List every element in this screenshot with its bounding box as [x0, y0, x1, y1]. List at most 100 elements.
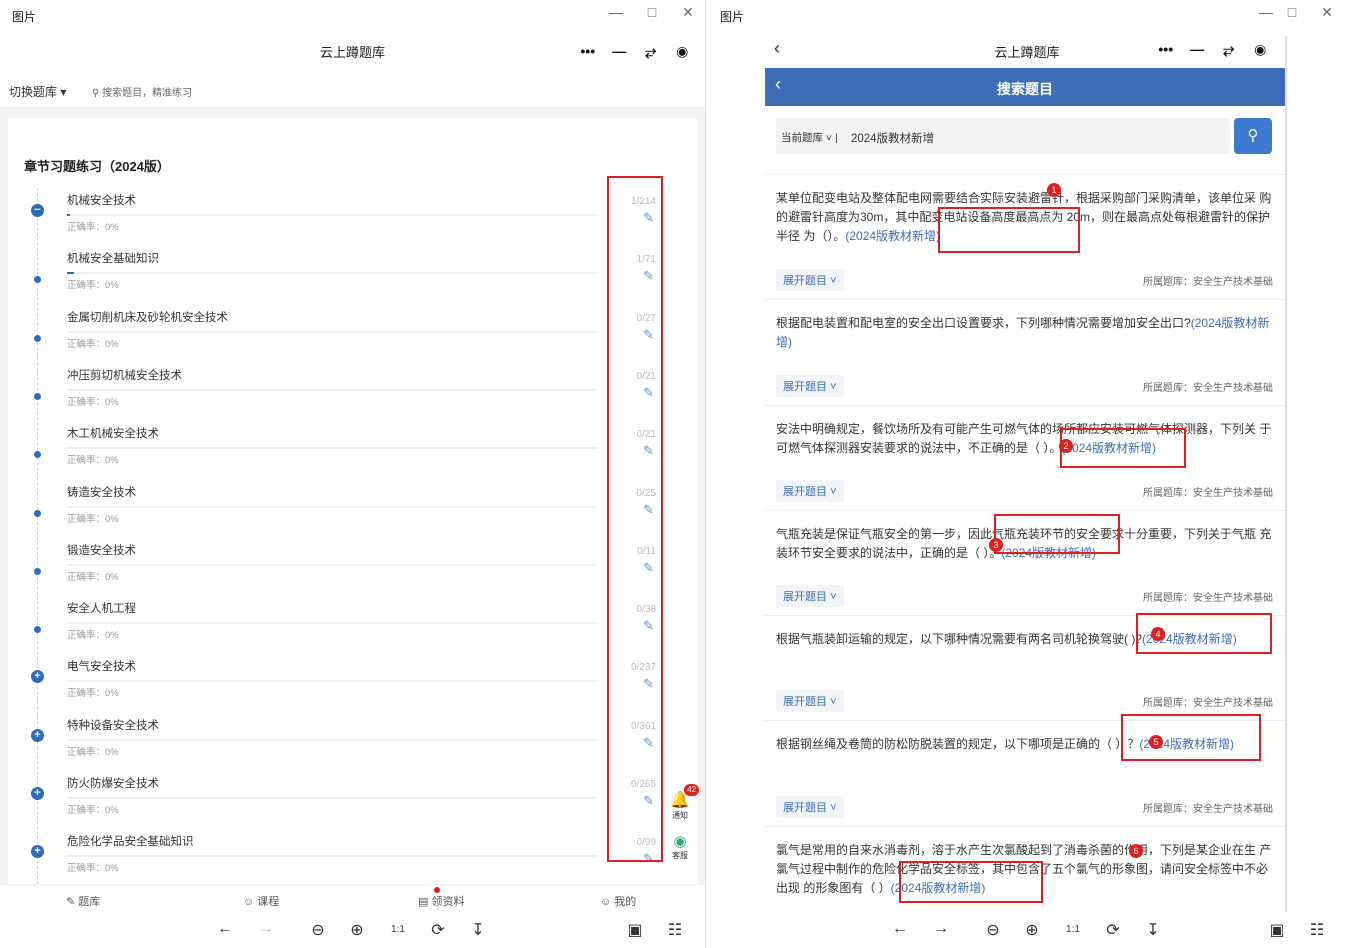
- search-button[interactable]: ⚲: [1234, 118, 1272, 154]
- ocr-icon[interactable]: ☷: [664, 920, 686, 940]
- minimize-mp-icon[interactable]: —: [605, 43, 633, 59]
- chapter-count: 0/265: [630, 779, 656, 790]
- edit-icon[interactable]: ✎: [643, 851, 654, 867]
- bank-selector[interactable]: 当前题库 ˅ |: [781, 130, 838, 145]
- tab-materials[interactable]: ▤ 领资料: [418, 887, 464, 909]
- chapter-name: 铸造安全技术: [67, 486, 136, 499]
- question-tag[interactable]: (2024版教材新增): [891, 881, 986, 895]
- chapter-item[interactable]: 机械安全基础知识 正确率：0% 1/71 ✎: [8, 250, 697, 308]
- maximize-icon[interactable]: □: [1280, 4, 1304, 20]
- edit-icon[interactable]: ✎: [643, 560, 654, 576]
- edit-icon[interactable]: ✎: [643, 502, 654, 518]
- actual-size-icon[interactable]: 1:1: [387, 924, 409, 935]
- tab-course[interactable]: ☺ 课程: [243, 893, 279, 909]
- chapter-item[interactable]: 安全人机工程 正确率：0% 0/38 ✎: [8, 600, 697, 658]
- plus-icon[interactable]: +: [31, 845, 44, 859]
- minimize-icon[interactable]: —: [604, 4, 628, 20]
- question-tag[interactable]: (2024版教材新增): [1061, 441, 1156, 455]
- record-icon[interactable]: ◉: [668, 43, 696, 60]
- chapter-item[interactable]: + 特种设备安全技术 正确率：0% 0/361 ✎: [8, 717, 697, 775]
- tab-mine[interactable]: ☺ 我的: [600, 893, 636, 909]
- chapter-item[interactable]: + 电气安全技术 正确率：0% 0/237 ✎: [8, 658, 697, 716]
- question-item[interactable]: 根据配电装置和配电室的安全出口设置要求，下列哪种情况需要增加安全出口?(2024…: [765, 299, 1285, 405]
- question-item[interactable]: 安法中明确规定，餐饮场所及有可能产生可燃气体的场所都应安装可燃气体探测器，下列关…: [765, 405, 1285, 510]
- more-icon[interactable]: •••: [1152, 41, 1180, 57]
- question-item[interactable]: 气瓶充装是保证气瓶安全的第一步，因此气瓶充装环节的安全要求十分重要，下列关于气瓶…: [765, 510, 1285, 615]
- translate-icon[interactable]: ▣: [1266, 920, 1288, 940]
- question-tag[interactable]: (2024版教材新增): [845, 229, 940, 243]
- chapter-name: 防火防爆安全技术: [67, 778, 159, 790]
- edit-icon[interactable]: ✎: [643, 793, 654, 809]
- bottom-tabbar: ✎ 题库 ☺ 课程 ▤ 领资料 ☺ 我的: [0, 884, 705, 912]
- tab-bank[interactable]: ✎ 题库: [66, 893, 100, 909]
- maximize-icon[interactable]: □: [640, 4, 664, 20]
- edit-icon[interactable]: ✎: [643, 210, 654, 226]
- more-icon[interactable]: •••: [574, 43, 602, 59]
- next-icon[interactable]: →: [255, 920, 277, 938]
- question-item[interactable]: 根据钢丝绳及卷筒的防松防脱装置的规定，以下哪项是正确的（ ）？(2024版教材新…: [765, 720, 1285, 826]
- prev-icon[interactable]: ←: [214, 920, 236, 938]
- expand-question-button[interactable]: 展开题目 ˅: [776, 269, 844, 291]
- download-icon[interactable]: ↧: [1142, 920, 1164, 940]
- minimize-mp-icon[interactable]: —: [1183, 41, 1211, 57]
- expand-question-button[interactable]: 展开题目 ˅: [776, 480, 844, 502]
- plus-icon[interactable]: +: [31, 670, 44, 684]
- chapter-item[interactable]: 铸造安全技术 正确率：0% 0/25 ✎: [8, 484, 697, 542]
- actual-size-icon[interactable]: 1:1: [1062, 924, 1084, 935]
- chapter-progress: [67, 330, 597, 333]
- edit-icon[interactable]: ✎: [643, 327, 654, 343]
- close-icon[interactable]: ✕: [1315, 4, 1339, 21]
- question-tag[interactable]: (2024版教材新增): [1001, 546, 1096, 560]
- zoom-out-icon[interactable]: ⊖: [307, 920, 329, 940]
- expand-question-button[interactable]: 展开题目 ˅: [776, 585, 844, 607]
- edit-icon[interactable]: ✎: [643, 385, 654, 401]
- search-input[interactable]: ⚲ 搜索题目，精准练习: [92, 84, 192, 99]
- question-bank-name: 所属题库：安全生产技术基础: [1143, 277, 1273, 288]
- plus-icon[interactable]: +: [31, 787, 44, 800]
- edit-icon[interactable]: ✎: [643, 268, 654, 284]
- scrollbar[interactable]: [1285, 36, 1287, 912]
- translate-icon[interactable]: ▣: [624, 920, 646, 940]
- ocr-icon[interactable]: ☷: [1306, 920, 1328, 940]
- chevron-down-icon: ˅: [830, 275, 837, 287]
- rotate-icon[interactable]: ⟳: [427, 920, 449, 940]
- chapter-item[interactable]: 木工机械安全技术 正确率：0% 0/21 ✎: [8, 425, 697, 483]
- question-item[interactable]: 某单位配变电站及整体配电网需要结合实际安装避雷针，根据采购部门采购清单，该单位采…: [765, 174, 1285, 299]
- close-icon[interactable]: ✕: [676, 4, 700, 21]
- restore-icon[interactable]: ⥂: [1215, 41, 1243, 58]
- expand-question-button[interactable]: 展开题目 ˅: [776, 375, 844, 397]
- minus-icon[interactable]: −: [31, 204, 44, 217]
- pencil-icon: ✎: [66, 896, 76, 908]
- expand-question-button[interactable]: 展开题目 ˅: [776, 690, 844, 712]
- restore-icon[interactable]: ⥂: [637, 43, 665, 60]
- switch-bank-button[interactable]: 切换题库 ▾: [9, 83, 66, 100]
- next-icon[interactable]: →: [930, 920, 952, 938]
- edit-icon[interactable]: ✎: [643, 618, 654, 634]
- bank-selector-label: 当前题库: [781, 132, 823, 144]
- question-item[interactable]: 根据气瓶装卸运输的规定，以下哪种情况需要有两名司机轮换驾驶( )?(2024版教…: [765, 615, 1285, 720]
- download-icon[interactable]: ↧: [467, 920, 489, 940]
- plus-icon[interactable]: +: [31, 728, 44, 742]
- edit-icon[interactable]: ✎: [643, 735, 654, 751]
- zoom-in-icon[interactable]: ⊕: [346, 920, 368, 940]
- chapter-item[interactable]: − 机械安全技术 正确率：0% 1/214 ✎: [8, 192, 697, 250]
- service-button[interactable]: ◉ 客服: [667, 832, 693, 861]
- chapter-item[interactable]: + 防火防爆安全技术 正确率：0% 0/265 ✎: [8, 775, 697, 833]
- record-icon[interactable]: ◉: [1246, 41, 1274, 58]
- search-input[interactable]: 2024版教材新增: [851, 130, 934, 146]
- annotation-number: 2: [1059, 439, 1073, 453]
- edit-icon[interactable]: ✎: [643, 676, 654, 692]
- chapter-item[interactable]: 锻造安全技术 正确率：0% 0/11 ✎: [8, 542, 697, 600]
- chapter-item[interactable]: + 危险化学品安全基础知识 正确率：0% 0/99 ✎: [8, 833, 697, 891]
- chapter-item[interactable]: 金属切削机床及砂轮机安全技术 正确率：0% 0/27 ✎: [8, 309, 697, 367]
- notify-button[interactable]: 🔔 42 通知: [667, 784, 699, 821]
- zoom-out-icon[interactable]: ⊖: [982, 920, 1004, 940]
- chapter-item[interactable]: 冲压剪切机械安全技术 正确率：0% 0/21 ✎: [8, 367, 697, 425]
- prev-icon[interactable]: ←: [889, 920, 911, 938]
- expand-question-button[interactable]: 展开题目 ˅: [776, 796, 844, 818]
- minimize-icon[interactable]: —: [1254, 4, 1278, 20]
- edit-icon[interactable]: ✎: [643, 443, 654, 459]
- question-item[interactable]: 氯气是常用的自来水消毒剂，溶于水产生次氯酸起到了消毒杀菌的作用，下列是某企业在生…: [765, 826, 1285, 912]
- rotate-icon[interactable]: ⟳: [1102, 920, 1124, 940]
- zoom-in-icon[interactable]: ⊕: [1021, 920, 1043, 940]
